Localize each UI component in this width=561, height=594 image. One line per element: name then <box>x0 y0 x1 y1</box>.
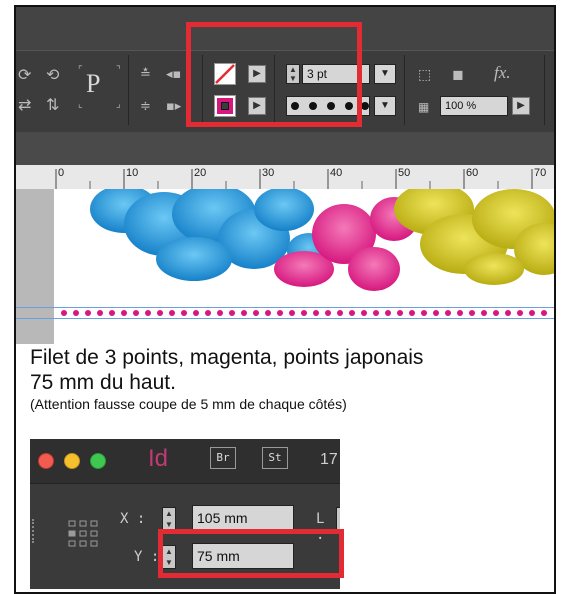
close-window-icon[interactable] <box>38 453 54 469</box>
corner-mark-icon: ⌟ <box>116 99 121 110</box>
bridge-button[interactable]: Br <box>210 447 236 469</box>
app-titlebar: Id Br St 17 <box>30 439 340 484</box>
distribute-icon[interactable]: ≑ <box>140 99 151 115</box>
instruction-caption: Filet de 3 points, magenta, points japon… <box>30 345 550 413</box>
magenta-dotted-stroke <box>61 310 547 316</box>
paragraph-icon[interactable]: P <box>86 69 100 99</box>
corner-mark-icon: ⌞ <box>78 99 83 110</box>
frame-effect-icon[interactable]: ◼ <box>452 67 464 83</box>
stroke-weight-dropdown-icon[interactable]: ▼ <box>374 64 396 84</box>
panel-grip-icon[interactable] <box>32 519 38 543</box>
screenshot-frame: ⟳ ⟲ ⇄ ⇅ ⌜ ⌝ P ⌞ ⌟ ≛ ◂▪ ≑ ▪▸ ▶ ▶ ▲▼ 3 pt <box>14 5 556 594</box>
ink-cloud-image <box>90 189 554 291</box>
panel-gap <box>16 132 554 165</box>
caption-line-2: 75 mm du haut. <box>30 371 176 394</box>
select-next-icon[interactable]: ◂▪ <box>166 67 181 83</box>
caption-line-3: (Attention fausse coupe de 5 mm de chaqu… <box>30 396 347 412</box>
x-label: X : <box>120 511 146 527</box>
ruler-ticks <box>55 169 533 189</box>
flip-vertical-icon[interactable]: ⇅ <box>46 97 59 113</box>
zoom-window-icon[interactable] <box>90 453 106 469</box>
toolbar-separator <box>128 55 129 125</box>
reference-point-icon[interactable] <box>68 519 98 549</box>
flip-horizontal-icon[interactable]: ⇄ <box>18 97 31 113</box>
caption-line-1: Filet de 3 points, magenta, points japon… <box>30 346 424 369</box>
document-canvas <box>54 189 554 307</box>
horizontal-ruler: 0 10 20 30 40 50 60 70 <box>16 165 554 190</box>
rotate-ccw-icon[interactable]: ⟲ <box>46 67 59 83</box>
toolbar-separator <box>404 55 405 125</box>
l-stepper[interactable]: ▲▼ <box>336 507 340 531</box>
opacity-arrow-icon[interactable]: ▶ <box>512 97 530 115</box>
y-label: Y : <box>134 549 160 565</box>
indesign-logo: Id <box>148 445 169 472</box>
select-content-icon[interactable]: ▪▸ <box>166 99 181 115</box>
pasteboard-edge <box>16 189 54 344</box>
x-field[interactable]: 105 mm <box>192 505 294 531</box>
corner-mark-icon: ⌝ <box>116 65 121 76</box>
y-highlight-box <box>158 529 344 578</box>
stock-button[interactable]: St <box>262 447 288 469</box>
stroke-type-dropdown-icon[interactable]: ▼ <box>374 96 396 116</box>
fx-effects-icon[interactable]: fx. <box>494 64 511 81</box>
opacity-field[interactable]: 100 % <box>440 96 508 116</box>
toolbar-separator <box>544 55 545 125</box>
extra-number: 17 <box>320 451 338 468</box>
minimize-window-icon[interactable] <box>64 453 80 469</box>
drop-shadow-icon[interactable]: ⬚ <box>418 67 431 83</box>
opacity-icon: ▦ <box>418 100 430 114</box>
stroke-highlight-box <box>186 22 362 127</box>
corner-mark-icon: ⌜ <box>78 65 83 76</box>
x-stepper[interactable]: ▲ ▼ <box>162 507 176 531</box>
rotate-cw-icon[interactable]: ⟳ <box>18 67 31 83</box>
align-top-icon[interactable]: ≛ <box>140 67 151 83</box>
